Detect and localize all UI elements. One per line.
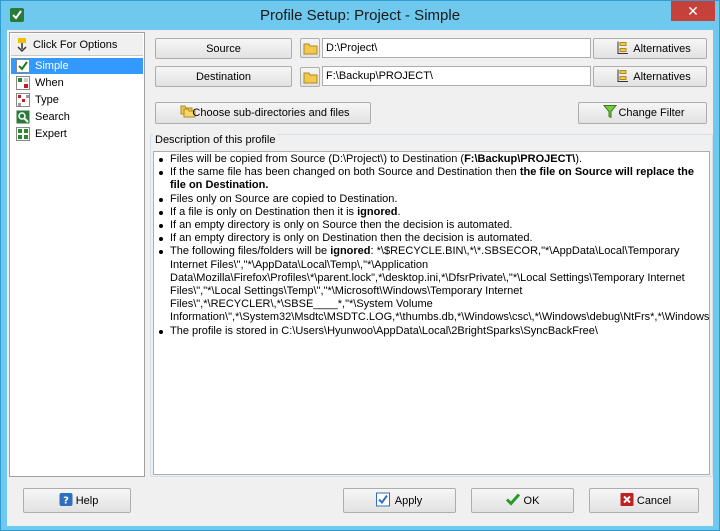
help-label: Help [75, 494, 99, 507]
change-filter-button[interactable]: Change Filter [578, 102, 707, 124]
title-bar[interactable]: Profile Setup: Project - Simple ✕ [1, 1, 719, 30]
destination-alternatives-label: Alternatives [633, 70, 691, 83]
destination-button[interactable]: Destination [155, 66, 292, 87]
description-item: Files only on Source are copied to Desti… [159, 192, 707, 206]
change-filter-label: Change Filter [618, 107, 685, 119]
description-text: If the same file has been changed on bot… [170, 166, 520, 179]
apply-label: Apply [394, 494, 423, 507]
description-text: Files only on Source are copied to Desti… [170, 192, 398, 205]
description-item: If the same file has been changed on bot… [159, 166, 707, 192]
description-text: ). [575, 153, 583, 165]
sidebar-item-label: When [35, 77, 64, 89]
description-box[interactable]: Files will be copied from Source (D:\Pro… [153, 151, 710, 475]
description-group: Description of this profile Files will b… [150, 134, 713, 477]
sidebar-item-label: Search [35, 111, 70, 123]
source-button[interactable]: Source [155, 38, 292, 59]
description-item: If an empty directory is only on Source … [159, 219, 707, 232]
sidebar-item-label: Expert [35, 128, 67, 140]
description-item: Files will be copied from Source (D:\Pro… [159, 153, 707, 166]
description-text: . [397, 205, 401, 218]
destination-alternatives-button[interactable]: Alternatives [593, 66, 707, 87]
sidebar-item-search[interactable]: Search [11, 109, 143, 125]
checkmark-icon [16, 59, 30, 73]
description-item: If an empty directory is only on Destina… [159, 232, 707, 245]
description-list: Files will be copied from Source (D:\Pro… [154, 152, 709, 338]
window-title: Profile Setup: Project - Simple [259, 7, 461, 24]
source-button-label: Source [206, 42, 241, 55]
grid-icon [16, 76, 30, 90]
search-icon [16, 110, 30, 124]
sidebar-item-expert[interactable]: Expert [11, 126, 143, 142]
options-icon [15, 37, 29, 56]
sidebar-item-simple[interactable]: Simple [11, 58, 143, 74]
description-text: If an empty directory is only on Destina… [170, 232, 533, 245]
description-text: The following files/folders will be [170, 245, 331, 258]
destination-button-label: Destination [195, 70, 252, 83]
description-bold-text: ignored [357, 205, 398, 218]
options-panel: Click For Options Simple When Type Searc… [9, 32, 145, 477]
description-text: If a file is only on Destination then it… [170, 205, 358, 218]
ok-label: OK [523, 494, 540, 507]
ok-button[interactable]: OK [471, 488, 574, 513]
source-browse-button[interactable] [300, 38, 320, 58]
description-item: The following files/folders will be igno… [159, 245, 709, 324]
apply-button[interactable]: Apply [343, 488, 456, 513]
cancel-label: Cancel [636, 494, 672, 507]
expert-grid-icon [16, 127, 30, 141]
sidebar-item-label: Type [35, 94, 59, 106]
description-text: The profile is stored in C:\Users\Hyunwo… [170, 324, 598, 337]
click-for-options-button[interactable]: Click For Options [11, 34, 143, 56]
source-alternatives-label: Alternatives [633, 42, 691, 55]
folder-icon [303, 42, 318, 58]
profile-setup-window: Profile Setup: Project - Simple ✕ Click … [0, 0, 720, 531]
destination-path-field[interactable]: F:\Backup\PROJECT\ [322, 66, 591, 86]
folder-icon [303, 71, 318, 87]
description-item: The profile is stored in C:\Users\Hyunwo… [159, 324, 707, 338]
sidebar-item-when[interactable]: When [11, 75, 143, 91]
source-alternatives-button[interactable]: Alternatives [593, 38, 707, 59]
description-item: If a file is only on Destination then it… [159, 205, 707, 219]
close-icon: ✕ [687, 3, 699, 19]
footer-bar: ? Help Apply OK Cancel [7, 479, 713, 526]
description-text: Files will be copied from Source (D:\Pro… [170, 153, 465, 165]
close-button[interactable]: ✕ [671, 1, 715, 21]
description-text: If an empty directory is only on Source … [170, 219, 513, 232]
client-area: Click For Options Simple When Type Searc… [7, 30, 713, 526]
sidebar-item-label: Simple [35, 60, 69, 72]
description-label: Description of this profile [153, 134, 278, 146]
source-path-field[interactable]: D:\Project\ [322, 38, 591, 58]
description-bold-text: ignored [330, 245, 371, 258]
destination-browse-button[interactable] [300, 67, 320, 87]
choose-subdirectories-label: Choose sub-directories and files [192, 107, 350, 119]
click-for-options-label: Click For Options [33, 39, 118, 51]
description-bold-text: F:\Backup\PROJECT\ [464, 153, 576, 165]
sidebar-item-type[interactable]: Type [11, 92, 143, 108]
choose-subdirectories-button[interactable]: Choose sub-directories and files [155, 102, 371, 124]
help-button[interactable]: ? Help [23, 488, 131, 513]
grid-type-icon [16, 93, 30, 107]
cancel-button[interactable]: Cancel [589, 488, 699, 513]
